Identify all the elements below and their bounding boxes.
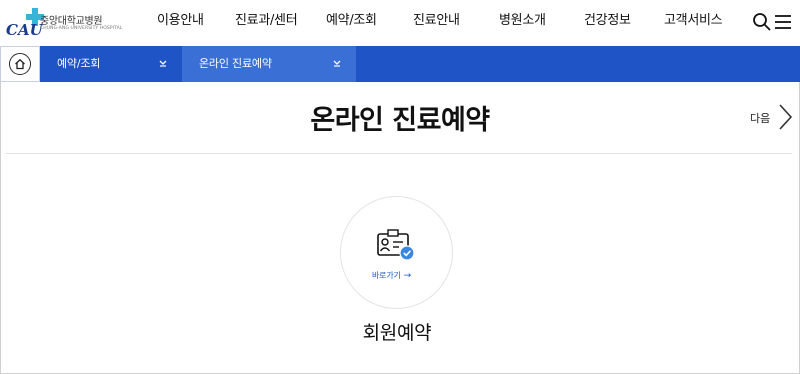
breadcrumb-level2-dropdown[interactable]: 온라인 진료예약 (182, 46, 356, 82)
chevron-down-icon (159, 60, 167, 67)
site-header: CAU 중앙대학교병원 CHUNG-ANG UNIVERSITY HOSPITA… (0, 0, 800, 46)
chevron-down-icon (333, 60, 341, 67)
hospital-name: 중앙대학교병원 (40, 16, 103, 27)
nav-item-treatment-guide[interactable]: 진료안내 (413, 0, 460, 46)
shortcut-label: 바로가기 (372, 271, 401, 280)
member-reservation-title[interactable]: 회원예약 (0, 318, 794, 345)
title-divider (6, 153, 792, 154)
home-icon (15, 58, 25, 70)
id-card-check-icon (377, 229, 415, 261)
arrow-right-icon: → (403, 271, 412, 281)
nav-item-health-info[interactable]: 건강정보 (584, 0, 631, 46)
search-icon[interactable] (752, 12, 772, 32)
breadcrumb-level2-label: 온라인 진료예약 (199, 57, 272, 70)
shortcut-link[interactable]: 바로가기 → (372, 270, 411, 281)
breadcrumb-level1-label: 예약/조회 (57, 57, 101, 70)
nav-item-departments[interactable]: 진료과/센터 (235, 0, 298, 46)
home-icon-ring (9, 53, 31, 75)
home-button[interactable] (0, 46, 40, 82)
hospital-logo[interactable]: CAU 중앙대학교병원 CHUNG-ANG UNIVERSITY HOSPITA… (6, 6, 122, 40)
nav-item-reservation[interactable]: 예약/조회 (326, 0, 377, 46)
chevron-right-icon[interactable] (775, 102, 795, 132)
nav-item-hospital-intro[interactable]: 병원소개 (499, 0, 546, 46)
nav-item-customer-service[interactable]: 고객서비스 (664, 0, 723, 46)
next-page-link[interactable]: 다음 (750, 110, 770, 126)
hamburger-menu-icon[interactable] (773, 12, 793, 32)
svg-text:CAU: CAU (6, 21, 44, 38)
nav-item-usage-guide[interactable]: 이용안내 (157, 0, 204, 46)
hospital-english-name: CHUNG-ANG UNIVERSITY HOSPITAL (40, 26, 123, 31)
page-title: 온라인 진료예약 (310, 105, 490, 136)
breadcrumb-level1-dropdown[interactable]: 예약/조회 (40, 46, 182, 82)
